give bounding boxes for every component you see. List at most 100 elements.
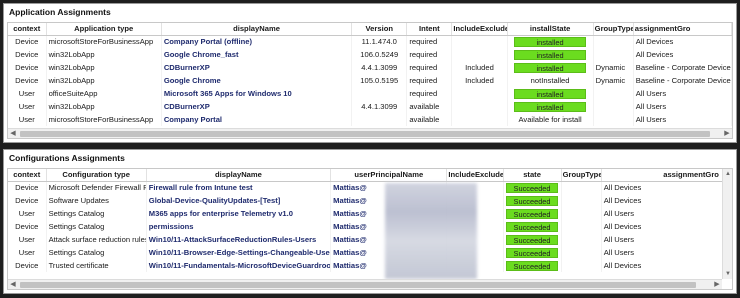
installstate-cell: installed bbox=[507, 100, 594, 113]
triangle-right-icon[interactable]: ▶ bbox=[712, 280, 722, 289]
state-cell: Succeeded bbox=[503, 246, 562, 259]
includeexclude-cell: Included bbox=[451, 61, 508, 74]
column-header-installstate[interactable]: installState bbox=[507, 23, 594, 36]
apps-horizontal-scrollbar[interactable]: ◀ ▶ bbox=[8, 128, 732, 138]
table-row[interactable]: User officeSuiteApp Microsoft 365 Apps for… bbox=[8, 87, 732, 100]
context-cell: User bbox=[8, 87, 47, 100]
context-cell: User bbox=[8, 246, 47, 259]
installstate-cell: Available for install bbox=[507, 113, 594, 126]
status-text: Available for install bbox=[518, 115, 582, 124]
column-header-application-type[interactable]: Application type bbox=[46, 23, 162, 36]
triangle-left-icon[interactable]: ◀ bbox=[8, 129, 18, 138]
triangle-left-icon[interactable]: ◀ bbox=[8, 280, 18, 289]
column-header-intent[interactable]: Intent bbox=[406, 23, 453, 36]
context-cell: Device bbox=[8, 220, 47, 233]
table-row[interactable]: Device win32LobApp Google Chrome_fast 106.0… bbox=[8, 48, 732, 61]
assignmentgroup-cell: All Devices bbox=[601, 259, 726, 272]
column-header-includeexclude[interactable]: IncludeExclude bbox=[446, 169, 504, 182]
table-row[interactable]: User Attack surface reduction rules Win10/… bbox=[8, 233, 732, 246]
table-row[interactable]: User win32LobApp CDBurnerXP 4.4.1.3099 avail… bbox=[8, 100, 732, 113]
state-cell: Succeeded bbox=[503, 194, 562, 207]
intent-cell: required bbox=[406, 35, 453, 48]
status-badge: installed bbox=[514, 62, 587, 73]
state-cell: Succeeded bbox=[503, 220, 562, 233]
column-header-userprincipalname[interactable]: userPrincipalName bbox=[330, 169, 448, 182]
includeexclude-cell bbox=[451, 113, 508, 126]
configs-vertical-scrollbar[interactable]: ▲ ▼ bbox=[722, 169, 732, 279]
installstate-cell: installed bbox=[507, 61, 594, 74]
status-badge: Succeeded bbox=[506, 247, 559, 258]
column-header-grouptype[interactable]: GroupType bbox=[593, 23, 634, 36]
displayname-cell: Global-Device-QualityUpdates-[Test] bbox=[146, 194, 332, 207]
configuration-type-cell: Trusted certificate bbox=[46, 259, 147, 272]
table-row[interactable]: Device Software Updates Global-Device-Qual… bbox=[8, 194, 732, 207]
apps-scroll-thumb[interactable] bbox=[20, 131, 710, 137]
assignmentgroup-cell: All Users bbox=[633, 100, 732, 113]
intent-cell: required bbox=[406, 74, 453, 87]
configuration-type-cell: Settings Catalog bbox=[46, 220, 147, 233]
table-row[interactable]: User microsoftStoreForBusinessApp Company … bbox=[8, 113, 732, 126]
column-header-context[interactable]: context bbox=[8, 169, 47, 182]
table-row[interactable]: Device win32LobApp CDBurnerXP 4.4.1.3099 req… bbox=[8, 61, 732, 74]
assignmentgroup-cell: All Devices bbox=[601, 194, 726, 207]
status-text: notInstalled bbox=[530, 76, 570, 85]
includeexclude-cell bbox=[451, 100, 508, 113]
triangle-up-icon[interactable]: ▲ bbox=[723, 169, 732, 179]
column-header-displayname[interactable]: displayName bbox=[146, 169, 332, 182]
version-cell bbox=[351, 113, 408, 126]
assignmentgroup-cell: All Devices bbox=[633, 35, 732, 48]
column-header-assignmentgroup[interactable]: assignmentGro bbox=[601, 169, 726, 182]
status-badge: Succeeded bbox=[506, 208, 559, 219]
column-header-version[interactable]: Version bbox=[351, 23, 408, 36]
intent-cell: required bbox=[406, 87, 453, 100]
application-type-cell: officeSuiteApp bbox=[46, 87, 162, 100]
grouptype-cell bbox=[561, 207, 602, 220]
column-header-assignmentgroup[interactable]: assignmentGro bbox=[633, 23, 732, 36]
configs-header-row: context Configuration type displayName u… bbox=[8, 169, 732, 182]
configs-scroll-thumb[interactable] bbox=[20, 282, 696, 288]
table-row[interactable]: Device win32LobApp Google Chrome 105.0.5195… bbox=[8, 74, 732, 87]
context-cell: Device bbox=[8, 61, 47, 74]
application-assignments-grid[interactable]: context Application type displayName Ver… bbox=[7, 22, 733, 139]
grouptype-cell bbox=[561, 246, 602, 259]
state-cell: Succeeded bbox=[503, 233, 562, 246]
column-header-grouptype[interactable]: GroupType bbox=[561, 169, 602, 182]
table-row[interactable]: Device Trusted certificate Win10/11-Fundam… bbox=[8, 259, 732, 272]
table-row[interactable]: Device microsoftStoreForBusinessApp Compan… bbox=[8, 35, 732, 48]
configuration-type-cell: Microsoft Defender Firewall Ru bbox=[46, 181, 147, 194]
context-cell: User bbox=[8, 207, 47, 220]
column-header-configuration-type[interactable]: Configuration type bbox=[46, 169, 147, 182]
displayname-cell: Win10/11-Fundamentals-MicrosoftDeviceGua… bbox=[146, 259, 332, 272]
table-row[interactable]: Device Settings Catalog permissions Mattias… bbox=[8, 220, 732, 233]
context-cell: User bbox=[8, 113, 47, 126]
application-assignments-panel: Application Assignments context Applicat… bbox=[3, 3, 737, 143]
status-badge: installed bbox=[514, 88, 587, 99]
triangle-right-icon[interactable]: ▶ bbox=[722, 129, 732, 138]
configs-horizontal-scrollbar[interactable]: ◀ ▶ bbox=[8, 279, 722, 289]
column-header-displayname[interactable]: displayName bbox=[161, 23, 353, 36]
assignmentgroup-cell: All Users bbox=[633, 113, 732, 126]
context-cell: User bbox=[8, 100, 47, 113]
displayname-cell: CDBurnerXP bbox=[161, 100, 353, 113]
status-badge: Succeeded bbox=[506, 221, 559, 232]
status-badge: Succeeded bbox=[506, 234, 559, 245]
version-cell: 106.0.5249 bbox=[351, 48, 408, 61]
column-header-context[interactable]: context bbox=[8, 23, 47, 36]
application-type-cell: microsoftStoreForBusinessApp bbox=[46, 35, 162, 48]
configurations-assignments-grid[interactable]: context Configuration type displayName u… bbox=[7, 168, 733, 290]
redacted-email-blur bbox=[385, 183, 477, 279]
intent-cell: available bbox=[406, 113, 453, 126]
grouptype-cell: Dynamic bbox=[593, 61, 634, 74]
configuration-type-cell: Settings Catalog bbox=[46, 207, 147, 220]
apps-header-row: context Application type displayName Ver… bbox=[8, 23, 732, 36]
triangle-down-icon[interactable]: ▼ bbox=[723, 269, 732, 279]
configuration-type-cell: Software Updates bbox=[46, 194, 147, 207]
configurations-assignments-panel: Configurations Assignments context Confi… bbox=[3, 149, 737, 294]
table-row[interactable]: User Settings Catalog Win10/11-Browser-Edg… bbox=[8, 246, 732, 259]
column-header-includeexclude[interactable]: IncludeExclude bbox=[451, 23, 508, 36]
table-row[interactable]: Device Microsoft Defender Firewall Ru Fire… bbox=[8, 181, 732, 194]
status-badge: Succeeded bbox=[506, 195, 559, 206]
installstate-cell: installed bbox=[507, 48, 594, 61]
table-row[interactable]: User Settings Catalog M365 apps for enterp… bbox=[8, 207, 732, 220]
column-header-state[interactable]: state bbox=[503, 169, 562, 182]
